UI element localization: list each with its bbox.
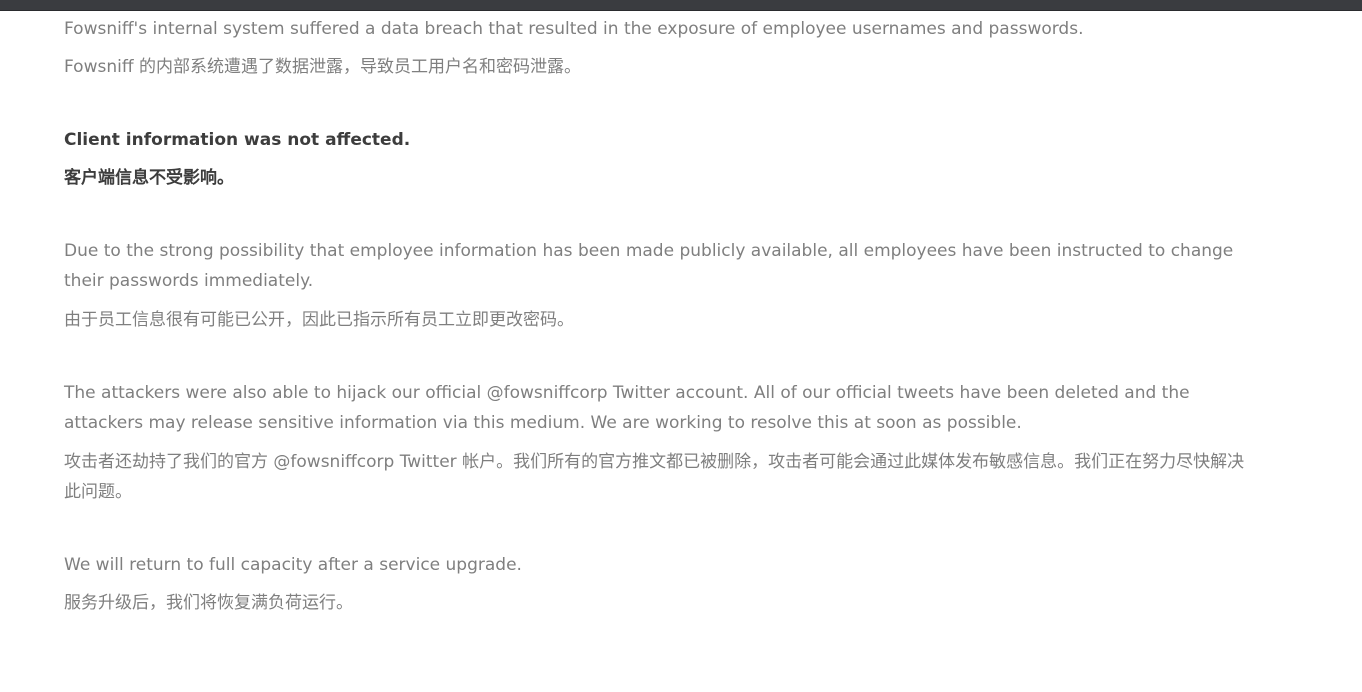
breach-notice-zh: Fowsniff 的内部系统遭遇了数据泄露，导致员工用户名和密码泄露。: [64, 57, 581, 77]
twitter-notice-en: The attackers were also able to hijack o…: [64, 383, 1190, 433]
capacity-notice-zh: 服务升级后，我们将恢复满负荷运行。: [64, 593, 353, 613]
browser-top-bar: [0, 0, 1362, 11]
passwords-notice-zh: 由于员工信息很有可能已公开，因此已指示所有员工立即更改密码。: [64, 310, 574, 330]
client-notice-zh: 客户端信息不受影响。: [64, 168, 234, 188]
client-notice-en: Client information was not affected.: [64, 130, 411, 150]
passwords-notice-en: Due to the strong possibility that emplo…: [64, 241, 1234, 291]
capacity-notice-en: We will return to full capacity after a …: [64, 555, 522, 575]
breach-notice-en: Fowsniff's internal system suffered a da…: [64, 19, 1084, 39]
twitter-notice-zh: 攻击者还劫持了我们的官方 @fowsniffcorp Twitter 帐户。我们…: [64, 452, 1245, 502]
